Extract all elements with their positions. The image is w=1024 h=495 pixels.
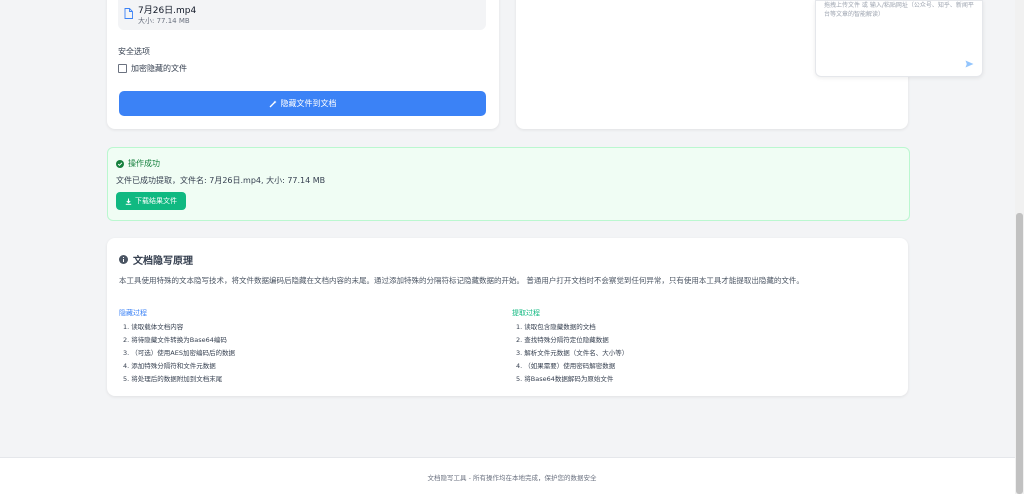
list-item: 3. 解析文件元数据（文件名、大小等）: [516, 347, 628, 360]
alert-title-text: 操作成功: [128, 158, 160, 169]
encrypt-checkbox[interactable]: [118, 64, 127, 73]
alert-title: 操作成功: [116, 158, 160, 169]
principle-title-text: 文档隐写原理: [133, 252, 193, 267]
list-item: 1. 读取载体文档内容: [123, 321, 235, 334]
chat-input-placeholder: 拖拽上传文件 或 输入/粘贴网址（公众号、知乎、新闻平台等文章的智能解读）: [824, 1, 974, 19]
encrypt-option[interactable]: 加密隐藏的文件: [118, 63, 187, 74]
file-size: 大小: 77.14 MB: [138, 16, 190, 26]
download-result-label: 下载结果文件: [135, 196, 177, 206]
download-result-button[interactable]: 下载结果文件: [116, 192, 186, 210]
hide-process-steps: 1. 读取载体文档内容 2. 将待隐藏文件转换为Base64编码 3. （可选）…: [123, 321, 235, 386]
list-item: 1. 读取包含隐藏数据的文档: [516, 321, 628, 334]
list-item: 2. 查找特殊分隔符定位隐藏数据: [516, 334, 628, 347]
selected-file: 7月26日.mp4 大小: 77.14 MB: [118, 0, 486, 30]
send-icon[interactable]: [965, 60, 974, 68]
file-name: 7月26日.mp4: [138, 3, 196, 16]
encrypt-label: 加密隐藏的文件: [131, 63, 187, 74]
hide-file-button[interactable]: 隐藏文件到文档: [119, 91, 486, 116]
principle-card: 文档隐写原理 本工具使用特殊的文本隐写技术，将文件数据编码后隐藏在文档内容的末尾…: [107, 238, 908, 396]
alert-message: 文件已成功提取，文件名: 7月26日.mp4, 大小: 77.14 MB: [116, 175, 325, 186]
list-item: 5. 将Base64数据解码为原始文件: [516, 373, 628, 386]
chat-input-box[interactable]: 拖拽上传文件 或 输入/粘贴网址（公众号、知乎、新闻平台等文章的智能解读）: [815, 0, 983, 77]
check-circle-icon: [116, 160, 124, 168]
download-icon: [125, 198, 132, 205]
footer-text: 文档隐写工具 - 所有操作均在本地完成，保护您的数据安全: [0, 472, 1024, 482]
footer: 文档隐写工具 - 所有操作均在本地完成，保护您的数据安全: [0, 457, 1024, 495]
list-item: 2. 将待隐藏文件转换为Base64编码: [123, 334, 235, 347]
success-alert: 操作成功 文件已成功提取，文件名: 7月26日.mp4, 大小: 77.14 M…: [107, 147, 910, 221]
magic-wand-icon: [269, 100, 277, 108]
principle-description: 本工具使用特殊的文本隐写技术，将文件数据编码后隐藏在文档内容的末尾。通过添加特殊…: [119, 275, 889, 287]
list-item: 4. 添加特殊分隔符和文件元数据: [123, 360, 235, 373]
scrollbar-thumb[interactable]: [1016, 213, 1023, 494]
file-icon: [124, 8, 133, 19]
page-scrollbar[interactable]: [1015, 0, 1024, 494]
list-item: 4. （如果需要）使用密码解密数据: [516, 360, 628, 373]
extract-process-title: 提取过程: [512, 308, 540, 318]
list-item: 3. （可选）使用AES加密编码后的数据: [123, 347, 235, 360]
hide-process-title: 隐藏过程: [119, 308, 147, 318]
security-options-title: 安全选项: [118, 46, 150, 57]
info-icon: [119, 255, 128, 264]
list-item: 5. 将处理后的数据附加到文档末尾: [123, 373, 235, 386]
principle-title: 文档隐写原理: [119, 252, 193, 267]
extract-process-steps: 1. 读取包含隐藏数据的文档 2. 查找特殊分隔符定位隐藏数据 3. 解析文件元…: [516, 321, 628, 386]
hide-file-button-label: 隐藏文件到文档: [281, 98, 337, 109]
